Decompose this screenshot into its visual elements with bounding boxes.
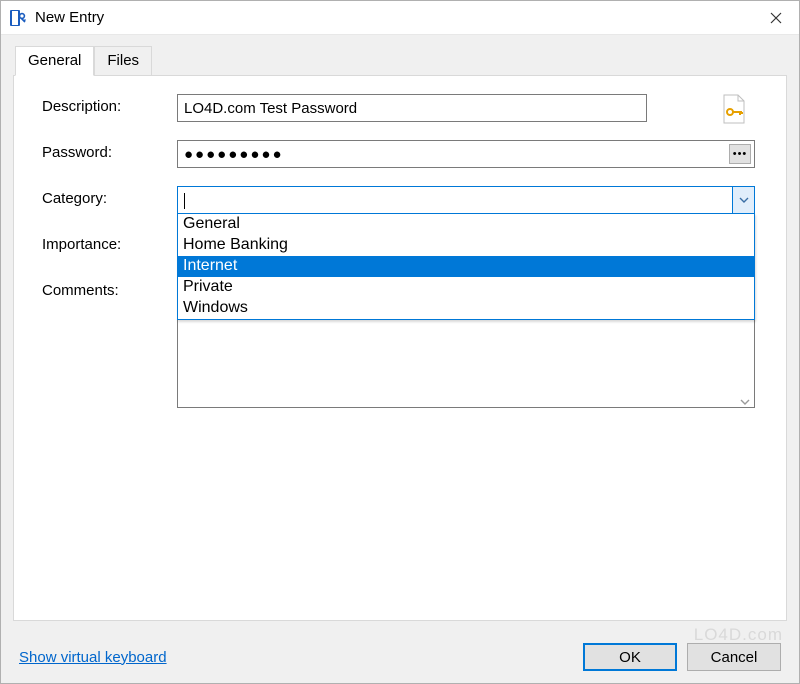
label-category: Category:: [42, 186, 177, 207]
label-comments: Comments:: [42, 278, 177, 299]
label-password: Password:: [42, 140, 177, 161]
close-button[interactable]: [753, 1, 799, 35]
content-area: General Files Description:: [1, 35, 799, 631]
app-icon: [9, 9, 27, 27]
row-password: Password: •••: [42, 140, 758, 168]
category-dropdown-list[interactable]: General Home Banking Internet Private Wi…: [177, 213, 755, 320]
tab-files[interactable]: Files: [94, 46, 152, 76]
entry-key-icon[interactable]: [720, 94, 748, 128]
label-importance: Importance:: [42, 232, 177, 253]
category-option-internet[interactable]: Internet: [178, 256, 754, 277]
window-title: New Entry: [35, 9, 104, 26]
tab-strip: General Files: [13, 46, 787, 76]
password-input[interactable]: [177, 140, 755, 168]
category-option-general[interactable]: General: [178, 214, 754, 235]
chevron-down-icon: [739, 197, 749, 203]
text-cursor: [184, 193, 185, 209]
tab-general[interactable]: General: [15, 46, 94, 76]
ok-button[interactable]: OK: [583, 643, 677, 671]
category-input[interactable]: [178, 187, 389, 213]
category-option-home-banking[interactable]: Home Banking: [178, 235, 754, 256]
close-icon: [770, 12, 782, 24]
reveal-password-button[interactable]: •••: [729, 144, 751, 164]
category-option-private[interactable]: Private: [178, 277, 754, 298]
entry-form: Description: Password: •••: [14, 76, 786, 432]
category-dropdown-button[interactable]: [732, 187, 754, 213]
tab-page-general: Description: Password: •••: [13, 75, 787, 621]
show-virtual-keyboard-link[interactable]: Show virtual keyboard: [19, 649, 167, 666]
category-option-windows[interactable]: Windows: [178, 298, 754, 319]
label-description: Description:: [42, 94, 177, 115]
row-category: Category:: [42, 186, 758, 214]
description-input[interactable]: [177, 94, 647, 122]
cancel-button[interactable]: Cancel: [687, 643, 781, 671]
new-entry-dialog: New Entry General Files: [0, 0, 800, 684]
dialog-footer: Show virtual keyboard OK Cancel: [1, 631, 799, 683]
title-bar: New Entry: [1, 1, 799, 35]
row-description: Description:: [42, 94, 758, 122]
category-combobox[interactable]: [177, 186, 755, 214]
